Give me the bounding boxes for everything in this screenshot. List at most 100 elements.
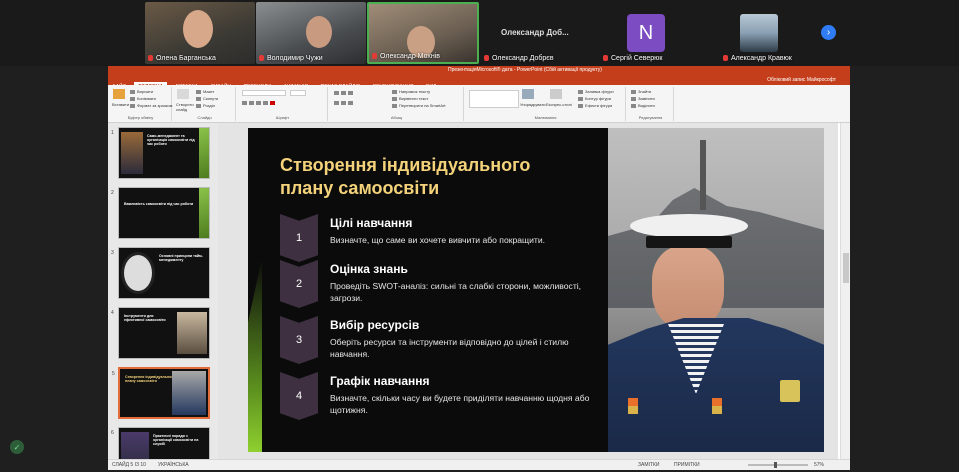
format-painter-label: Формат за зразком xyxy=(137,103,173,108)
step-heading: Вибір ресурсів xyxy=(330,318,420,332)
muted-mic-icon xyxy=(148,55,153,61)
slide-thumbnail[interactable]: 4 Інструменти для ефективної самоосвіти xyxy=(111,307,210,359)
shape-fill-button[interactable]: Заливка фігури xyxy=(578,89,614,94)
participant-tile-4[interactable]: Олександр Доб... Олександр Добрєв xyxy=(481,2,601,64)
slide-title: Створення індивідуального плану самоосві… xyxy=(280,155,531,198)
sailor-cap-band xyxy=(646,236,732,248)
font-size-select[interactable] xyxy=(290,90,306,96)
thumbnail-image xyxy=(121,432,149,459)
select-icon xyxy=(631,104,636,108)
arrange-icon xyxy=(522,89,534,99)
step-heading: Графік навчання xyxy=(330,374,430,388)
video-strip: Олена Барганська Володимир Чужи Олександ… xyxy=(0,0,959,66)
shape-effects-button[interactable]: Ефекти фігури xyxy=(578,103,612,108)
screen: Олена Барганська Володимир Чужи Олександ… xyxy=(0,0,959,472)
participant-name: Олександр Добрєв xyxy=(492,55,554,62)
cut-label: Вирізати xyxy=(137,89,154,94)
shape-outline-button[interactable]: Контур фігури xyxy=(578,96,611,101)
step-heading: Цілі навчання xyxy=(330,216,413,230)
drawing-group: Упорядкувати Експрес-стилі Заливка фігур… xyxy=(466,87,626,121)
participant-tile-5[interactable]: N Сергій Северюк xyxy=(600,2,720,64)
participant-tile-1[interactable]: Олена Барганська xyxy=(145,2,255,64)
find-button[interactable]: Знайти xyxy=(631,89,651,94)
replace-label: Замінити xyxy=(638,96,655,101)
next-participants-button[interactable]: › xyxy=(821,25,836,40)
shield-icon[interactable]: ✓ xyxy=(10,440,24,454)
clipboard-group-label: Буфер обміну xyxy=(127,115,154,120)
reset-button[interactable]: Скинути xyxy=(196,96,218,101)
participant-tile-2[interactable]: Володимир Чужи xyxy=(256,2,366,64)
list-buttons[interactable] xyxy=(334,90,355,95)
smartart-button[interactable]: Перетворити на SmartArt xyxy=(392,103,446,108)
account-link[interactable]: Обліковий запис Майкрософт xyxy=(767,77,836,83)
slide-thumbnail[interactable]: 1 Само-менеджмент та організація самоосв… xyxy=(111,127,210,179)
reset-label: Скинути xyxy=(203,96,219,101)
step-number-chevron: 3 xyxy=(280,316,318,364)
arrange-button[interactable] xyxy=(522,89,536,99)
cut-button[interactable]: Вирізати xyxy=(130,89,153,94)
thumbnail-title: Само-менеджмент та організація самоосвіт… xyxy=(147,134,195,147)
zoom-slider-knob[interactable] xyxy=(774,462,777,468)
clock-image xyxy=(121,252,155,294)
step-number-chevron: 4 xyxy=(280,372,318,420)
font-name-select[interactable] xyxy=(242,90,286,96)
align-buttons[interactable] xyxy=(334,100,355,105)
slide-thumbnail[interactable]: 6 Практичні поради з організації самоосв… xyxy=(111,427,210,459)
vertical-scrollbar[interactable] xyxy=(840,123,850,459)
slide-thumbnail[interactable]: 2 Важливість самоосвіти під час роботи xyxy=(111,187,210,239)
text-direction-label: Напрямок тексту xyxy=(399,89,431,94)
paste-button[interactable] xyxy=(113,89,127,99)
select-button[interactable]: Виділити xyxy=(631,103,655,108)
status-bar: СЛАЙД 5 ІЗ 10 УКРАЇНСЬКА ЗАМІТКИ ПРИМІТК… xyxy=(108,459,850,470)
thumbnail-accent xyxy=(199,128,209,178)
text-direction-button[interactable]: Напрямок тексту xyxy=(392,89,430,94)
slide-canvas[interactable]: Створення індивідуального плану самоосві… xyxy=(248,128,824,452)
copy-button[interactable]: Копіювати xyxy=(130,96,156,101)
quick-styles-label: Експрес-стилі xyxy=(546,102,572,107)
indent-icon xyxy=(348,91,353,95)
format-painter-button[interactable]: Формат за зразком xyxy=(130,103,172,108)
ship-mast xyxy=(700,140,706,210)
participant-tile-3-active-speaker[interactable]: Олександр Мохнів xyxy=(367,2,479,64)
participant-name: Олена Барганська xyxy=(156,55,216,62)
medal-icon xyxy=(712,398,722,414)
notes-button[interactable]: ЗАМІТКИ xyxy=(638,462,659,468)
shapes-gallery[interactable] xyxy=(469,90,519,108)
muted-mic-icon xyxy=(723,55,728,61)
step-number-chevron: 1 xyxy=(280,214,318,262)
shape-effects-label: Ефекти фігури xyxy=(585,103,613,108)
slide-number: 4 xyxy=(111,310,114,316)
replace-button[interactable]: Замінити xyxy=(631,96,655,101)
step-description: Оберіть ресурси та інструменти відповідн… xyxy=(330,337,569,359)
align-text-button[interactable]: Вирівняти текст xyxy=(392,96,428,101)
smartart-icon xyxy=(392,104,397,108)
search-icon xyxy=(631,90,636,94)
layout-button[interactable]: Макет xyxy=(196,89,214,94)
step-number-chevron: 2 xyxy=(280,260,318,308)
new-slide-button[interactable] xyxy=(177,89,191,99)
quick-styles-button[interactable] xyxy=(550,89,564,99)
scrollbar-thumb[interactable] xyxy=(843,253,849,283)
font-format-buttons[interactable] xyxy=(242,100,277,105)
zoom-level[interactable]: 57% xyxy=(814,462,824,468)
font-color-icon xyxy=(270,101,275,105)
scissors-icon xyxy=(130,90,135,94)
section-button[interactable]: Розділ xyxy=(196,103,215,108)
slide-number: 2 xyxy=(111,190,114,196)
section-label: Розділ xyxy=(203,103,215,108)
step-2: 2 Оцінка знань Проведіть SWOT-аналіз: си… xyxy=(280,260,610,308)
comments-button[interactable]: ПРИМІТКИ xyxy=(674,462,700,468)
slides-group: Створити слайд Макет Скинути Розділ Слай… xyxy=(174,87,236,121)
slide-number: 5 xyxy=(112,371,115,377)
green-accent-shape xyxy=(248,257,262,452)
thumbnail-title: Важливість самоосвіти під час роботи xyxy=(124,202,194,206)
language-indicator[interactable]: УКРАЇНСЬКА xyxy=(158,462,189,468)
participant-tile-6[interactable]: Александр Кравюк xyxy=(720,2,816,64)
zoom-slider[interactable] xyxy=(748,462,808,468)
editing-group: Знайти Замінити Виділити Редагування xyxy=(628,87,674,121)
slide-thumbnail-selected[interactable]: 5 Створення індивідуального плану самоос… xyxy=(112,367,210,419)
title-bar: ПрезентаціяMicrosoft® дата - PowerPoint … xyxy=(108,66,850,75)
slide-thumbnail[interactable]: 3 Основні принципи тайм-менеджменту xyxy=(111,247,210,299)
smartart-label: Перетворити на SmartArt xyxy=(399,103,446,108)
step-description: Визначте, що саме ви хочете вивчити або … xyxy=(330,235,546,245)
